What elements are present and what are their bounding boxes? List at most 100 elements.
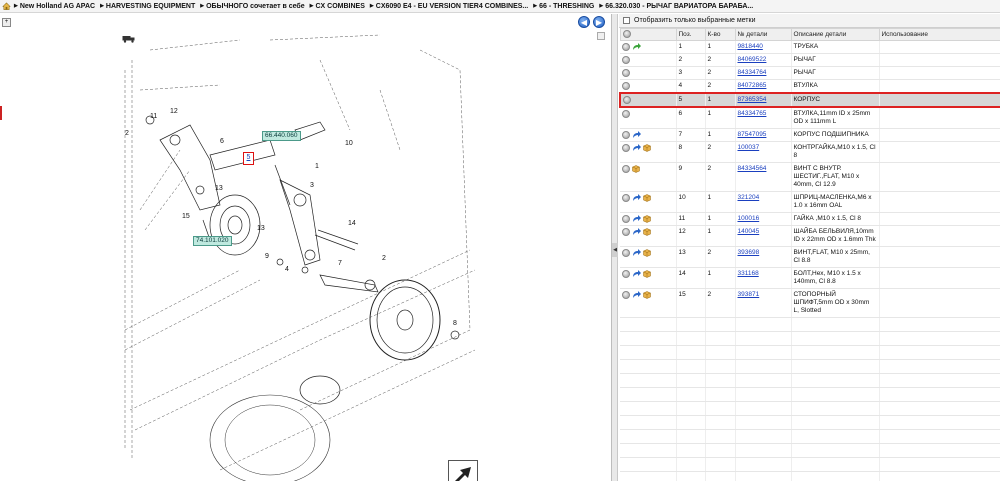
info-icon[interactable] (623, 96, 631, 104)
callout-14[interactable]: 14 (348, 220, 356, 227)
callout-8[interactable]: 8 (453, 320, 457, 327)
collapse-arrow-icon[interactable]: ◀ (612, 243, 618, 257)
package-icon[interactable] (643, 228, 651, 236)
package-icon[interactable] (643, 249, 651, 257)
column-header-pos[interactable]: Поз. (675, 28, 706, 41)
info-icon[interactable] (622, 165, 630, 173)
info-icon[interactable] (622, 43, 630, 51)
package-icon[interactable] (643, 144, 651, 152)
replace-arrow-icon[interactable] (632, 270, 641, 278)
table-row[interactable]: 11 1 100016 ГАЙКА ,M10 x 1.5, Cl 8 (620, 212, 1000, 226)
callout-2b[interactable]: 2 (382, 255, 386, 262)
callout-9[interactable]: 9 (265, 253, 269, 260)
breadcrumb-item[interactable]: CX6090 E4 - EU VERSION TIER4 COMBINES... (370, 3, 529, 10)
package-icon[interactable] (643, 291, 651, 299)
info-icon[interactable] (622, 110, 630, 118)
callout-7[interactable]: 7 (338, 260, 342, 267)
part-number-link[interactable]: 84334564 (738, 165, 767, 172)
nav-back-button[interactable]: ◀ (578, 16, 590, 28)
info-icon[interactable] (622, 249, 630, 257)
expand-icon[interactable]: + (2, 18, 11, 27)
info-icon[interactable] (622, 82, 630, 90)
table-row[interactable]: 10 1 321204 ШПРИЦ-МАСЛЕНКА,M6 x 1.0 x 16mm … (620, 191, 1000, 213)
part-number-link[interactable]: 331168 (738, 270, 759, 277)
info-icon[interactable] (622, 228, 630, 236)
package-icon[interactable] (643, 270, 651, 278)
fullscreen-button[interactable] (448, 460, 478, 481)
column-header-part-number[interactable]: № детали (734, 28, 792, 41)
info-icon[interactable] (622, 144, 630, 152)
table-row[interactable]: 9 2 84334564 ВИНТ С ВНУТР. ШЕСТИГ.,FLAT, M1… (620, 162, 1000, 192)
callout-10[interactable]: 10 (345, 140, 353, 147)
reference-tag-66440060[interactable]: 66.440.060 (262, 131, 301, 141)
show-selected-checkbox[interactable] (623, 17, 630, 24)
table-row[interactable]: 13 2 393698 ВИНТ,FLAT, M10 x 25mm, Cl 8.8 (620, 246, 1000, 268)
reference-tag-74101020[interactable]: 74.101.020 (193, 236, 232, 246)
info-icon[interactable] (622, 69, 630, 77)
callout-4[interactable]: 4 (285, 266, 289, 273)
part-number-link[interactable]: 87547095 (738, 131, 767, 138)
callout-13b[interactable]: 13 (257, 225, 265, 232)
home-icon[interactable] (2, 2, 11, 10)
table-row[interactable]: 8 2 100037 КОНТРГАЙКА,M10 x 1.5, Cl 8 (620, 141, 1000, 163)
breadcrumb-item[interactable]: HARVESTING EQUIPMENT (100, 3, 195, 10)
callout-2a[interactable]: 2 (125, 130, 129, 137)
panel-splitter[interactable]: ◀ (612, 14, 618, 481)
breadcrumb-item[interactable]: New Holland AG APAC (14, 3, 95, 10)
callout-13a[interactable]: 13 (215, 185, 223, 192)
table-row[interactable]: 6 1 84334765 ВТУЛКА,11mm ID x 25mm OD x 111… (620, 107, 1000, 129)
replace-arrow-icon[interactable] (632, 194, 641, 202)
table-row[interactable]: 3 2 84334764 РЫЧАГ (620, 66, 1000, 80)
column-header-description[interactable]: Описание детали (790, 28, 880, 41)
callout-1[interactable]: 1 (315, 163, 319, 170)
table-row[interactable]: 14 1 331168 БОЛТ,Hex, M10 x 1.5 x 140mm, Cl… (620, 267, 1000, 289)
part-number-link[interactable]: 100016 (738, 215, 760, 222)
replace-arrow-icon[interactable] (632, 131, 641, 139)
info-icon[interactable] (622, 270, 630, 278)
selected-callout-5[interactable]: 5 (243, 152, 254, 165)
breadcrumb-item[interactable]: 66.320.030 - РЫЧАГ ВАРИАТОРА БАРАБА... (599, 3, 753, 10)
part-number-link[interactable]: 84069522 (738, 56, 767, 63)
part-number-link[interactable]: 100037 (738, 144, 760, 151)
part-number-link[interactable]: 84334764 (738, 69, 767, 76)
part-number-link[interactable]: 140045 (738, 228, 760, 235)
table-row[interactable]: 12 1 140045 ШАЙБА БЕЛЬВИЛЯ,10mm ID x 22mm O… (620, 225, 1000, 247)
replace-arrow-icon[interactable] (632, 228, 641, 236)
table-row[interactable]: 2 2 84069522 РЫЧАГ (620, 53, 1000, 67)
replace-arrow-icon[interactable] (632, 144, 641, 152)
part-number-link[interactable]: 393871 (738, 291, 760, 298)
part-number-link[interactable]: 87365354 (738, 96, 767, 103)
table-row[interactable]: 7 1 87547095 КОРПУС ПОДШИПНИКА (620, 128, 1000, 142)
callout-6[interactable]: 6 (220, 138, 224, 145)
part-number-link[interactable]: 393698 (738, 249, 760, 256)
table-row[interactable]: 1 1 9818440 ТРУБКА (620, 40, 1000, 54)
table-row[interactable]: 15 2 393871 СТОПОРНЫЙ ШПИФТ,5mm OD x 30mm L… (620, 288, 1000, 318)
column-header-usage[interactable]: Использование (878, 28, 1000, 41)
part-number-link[interactable]: 84334765 (738, 110, 767, 117)
exploded-parts-diagram[interactable]: 12 11 6 10 1 2 13 3 15 14 13 9 4 7 2 8 (120, 30, 480, 481)
info-icon[interactable] (622, 131, 630, 139)
zoom-box-icon[interactable] (597, 32, 605, 40)
callout-3[interactable]: 3 (310, 182, 314, 189)
info-icon[interactable] (622, 56, 630, 64)
table-row[interactable]: 5 1 87365354 КОРПУС (619, 92, 1000, 108)
package-icon[interactable] (643, 194, 651, 202)
table-row[interactable]: 4 2 84072865 ВТУЛКА (620, 79, 1000, 94)
breadcrumb-item[interactable]: CX COMBINES (310, 3, 365, 10)
info-icon[interactable] (622, 194, 630, 202)
part-number-link[interactable]: 9818440 (738, 43, 763, 50)
nav-forward-button[interactable]: ▶ (593, 16, 605, 28)
package-icon[interactable] (632, 165, 640, 173)
replace-arrow-icon[interactable] (632, 215, 641, 223)
part-number-link[interactable]: 84072865 (738, 82, 767, 89)
breadcrumb-item[interactable]: 66 - THRESHING (533, 3, 594, 10)
callout-15[interactable]: 15 (182, 213, 190, 220)
replace-arrow-icon[interactable] (632, 291, 641, 299)
part-number-link[interactable]: 321204 (738, 194, 760, 201)
info-icon[interactable] (622, 215, 630, 223)
callout-11[interactable]: 11 (150, 113, 157, 120)
info-icon[interactable] (622, 291, 630, 299)
replace-arrow-icon[interactable] (632, 249, 641, 257)
package-icon[interactable] (643, 215, 651, 223)
callout-12[interactable]: 12 (170, 108, 178, 115)
